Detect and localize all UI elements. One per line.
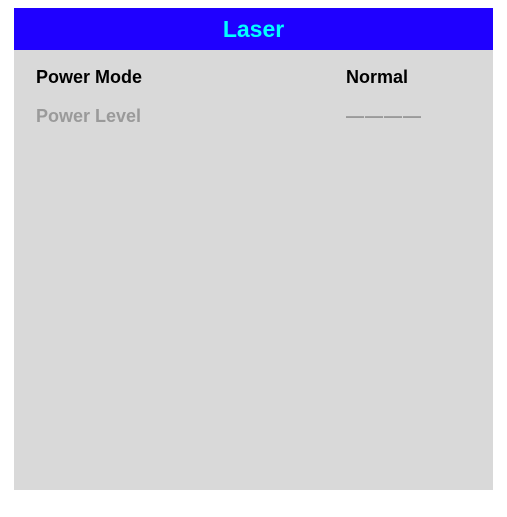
power-mode-label: Power Mode [36,66,143,87]
menu-title: Laser [222,15,285,42]
menu-item-power-mode[interactable]: Power Mode Normal [36,64,471,90]
power-level-label: Power Level [36,105,142,126]
osd-menu-panel: Laser Power Mode Normal Power Level ———— [14,8,493,490]
power-mode-value[interactable]: Normal [346,67,408,88]
power-level-value: ———— [346,105,422,126]
title-bar: Laser [14,8,493,50]
menu-item-power-level: Power Level ———— [36,103,471,129]
